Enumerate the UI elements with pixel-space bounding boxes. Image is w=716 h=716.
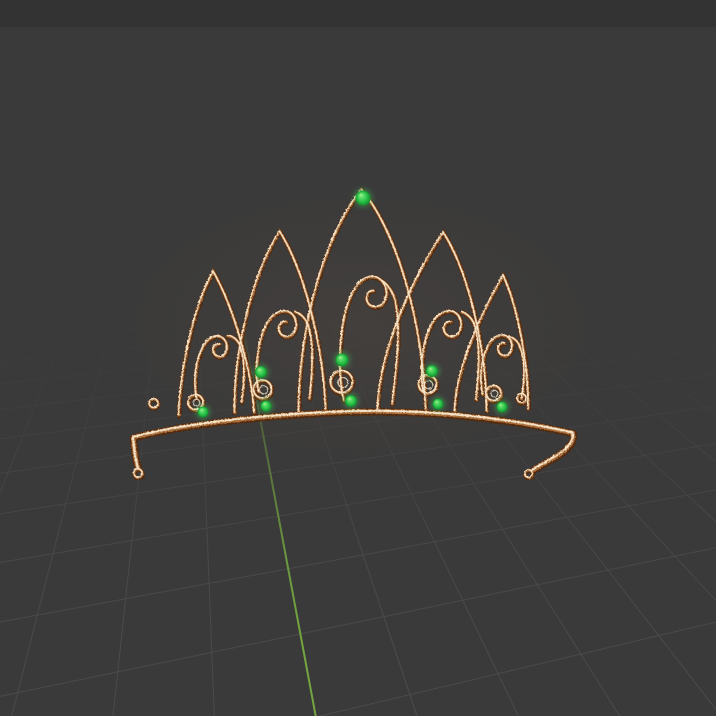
gem [426,365,438,377]
gem [345,395,357,407]
gem [432,398,444,410]
3d-viewport[interactable] [0,0,716,716]
scene-canvas [0,27,716,716]
gem [496,401,508,413]
gem [260,400,272,412]
gem [255,366,267,378]
gem [197,406,209,418]
gem [355,190,371,206]
gem [335,353,349,367]
